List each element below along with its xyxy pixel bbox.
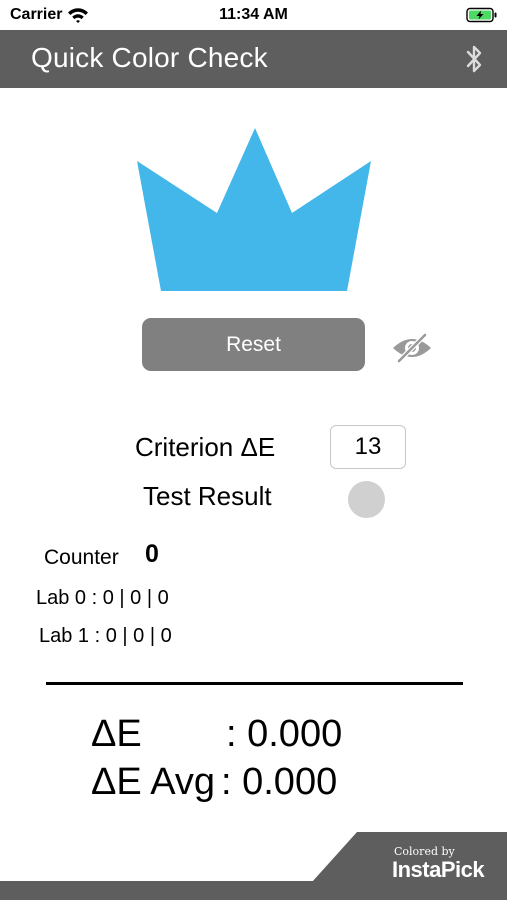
reset-button[interactable]: Reset (142, 318, 365, 371)
app-header: Quick Color Check (0, 30, 507, 88)
criterion-input[interactable]: 13 (330, 425, 406, 469)
delta-e-avg-value: : 0.000 (221, 761, 338, 803)
lab0-readout: Lab 0 : 0 | 0 | 0 (36, 587, 169, 609)
divider (46, 682, 463, 685)
footer-bar (0, 881, 507, 900)
instapick-logo: InstaPick (392, 857, 485, 882)
delta-e-label: ΔE (91, 713, 142, 755)
eye-slash-icon[interactable] (390, 332, 434, 364)
battery-charging-icon (466, 7, 497, 23)
delta-e-avg-label: ΔE Avg (91, 761, 215, 803)
clock: 11:34 AM (219, 6, 288, 23)
test-result-indicator (348, 481, 385, 518)
test-result-label: Test Result (143, 481, 272, 511)
criterion-label: Criterion ΔE (135, 432, 276, 462)
counter-label: Counter (44, 546, 119, 569)
crown-icon (137, 128, 371, 291)
delta-e-value: : 0.000 (226, 713, 343, 755)
status-bar: Carrier 11:34 AM (0, 0, 507, 30)
lab1-readout: Lab 1 : 0 | 0 | 0 (39, 625, 172, 647)
app-title: Quick Color Check (31, 42, 268, 73)
counter-value: 0 (145, 540, 159, 568)
bluetooth-icon[interactable] (463, 44, 487, 74)
